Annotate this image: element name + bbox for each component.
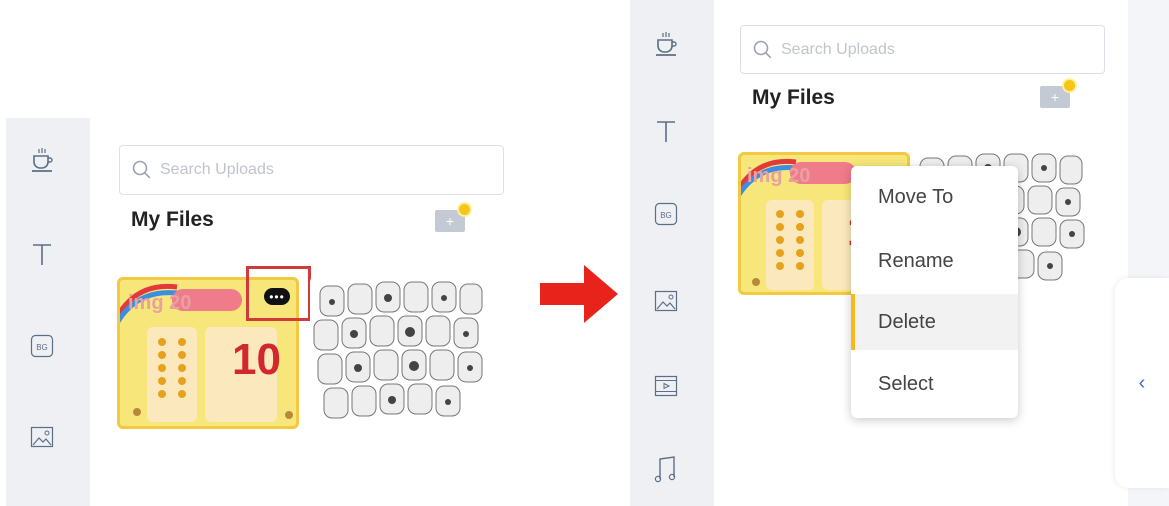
add-label: + <box>1050 89 1060 105</box>
svg-text:BG: BG <box>660 211 672 220</box>
menu-item-select[interactable]: Select <box>851 350 1018 418</box>
coffee-icon[interactable] <box>652 30 680 58</box>
left-tool-rail: BG <box>6 118 90 506</box>
collapse-panel-button[interactable]: ‹ <box>1115 278 1169 488</box>
text-icon[interactable] <box>28 240 56 268</box>
menu-item-label: Select <box>878 372 934 395</box>
music-icon[interactable] <box>652 455 680 483</box>
search-box[interactable] <box>740 25 1105 74</box>
search-icon <box>132 160 151 179</box>
context-menu: Move To Rename Delete Select <box>851 166 1018 418</box>
right-tool-rail: BG <box>630 0 714 506</box>
add-folder-button[interactable]: + <box>435 202 472 232</box>
menu-item-label: Delete <box>878 310 936 333</box>
thumbnail-label: img 20 <box>747 165 811 187</box>
add-folder-button[interactable]: + <box>1040 78 1077 108</box>
menu-item-label: Rename <box>878 249 954 272</box>
add-label: + <box>445 213 455 229</box>
image-icon[interactable] <box>28 423 56 451</box>
transition-arrow <box>540 265 618 323</box>
background-icon[interactable]: BG <box>652 200 680 228</box>
search-input[interactable] <box>160 161 460 179</box>
highlight-box <box>246 266 311 321</box>
search-box[interactable] <box>119 145 504 195</box>
video-icon[interactable] <box>652 372 680 400</box>
chevron-left-icon: ‹ <box>1138 371 1146 394</box>
cells-thumbnail-art <box>313 281 483 419</box>
my-files-title: My Files <box>131 208 214 231</box>
background-icon[interactable]: BG <box>28 332 56 360</box>
menu-item-label: Move To <box>878 185 954 208</box>
thumbnail-label: img 20 <box>128 292 192 314</box>
file-thumbnail-cells[interactable] <box>310 276 490 431</box>
image-icon[interactable] <box>652 287 680 315</box>
my-files-title: My Files <box>752 86 835 109</box>
coffee-icon[interactable] <box>28 146 56 174</box>
new-badge-dot <box>457 202 472 217</box>
menu-item-rename[interactable]: Rename <box>851 228 1018 294</box>
game-number: 10 <box>232 335 281 384</box>
search-icon <box>753 40 772 58</box>
text-icon[interactable] <box>652 117 680 145</box>
new-badge-dot <box>1062 78 1077 93</box>
search-input[interactable] <box>781 40 1081 59</box>
menu-item-move-to[interactable]: Move To <box>851 166 1018 228</box>
svg-text:BG: BG <box>36 343 48 352</box>
menu-item-delete[interactable]: Delete <box>851 294 1018 350</box>
